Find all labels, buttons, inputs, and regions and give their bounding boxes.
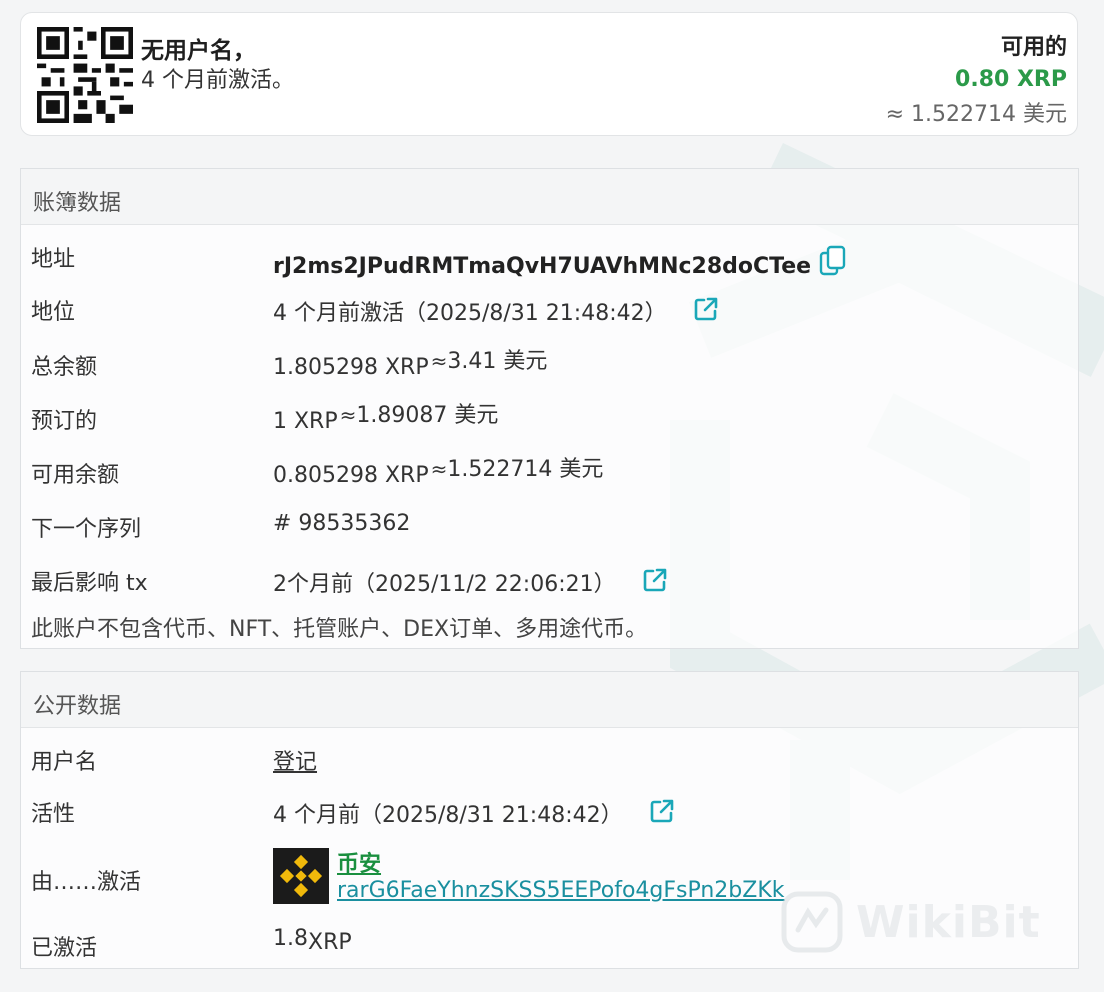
available-usd: ≈ 1.522714 美元 [885, 102, 1067, 127]
available-balance-block: 可用的 0.80 XRP ≈ 1.522714 美元 [886, 29, 1067, 128]
activity-value-wrap: 4 个月前 （2025/8/31 21:48:42） [273, 796, 675, 829]
address-label: 地址 [31, 247, 76, 272]
total-balance-value-wrap: 1.805298 XRP ≈ 3.41 美元 [273, 349, 547, 381]
reserved-label: 预订的 [31, 409, 98, 434]
activation-status: 4 个月前激活。 [141, 68, 294, 93]
status-time: （2025/8/31 21:48:42） [404, 301, 667, 326]
last-tx-value: 2个月前 [273, 572, 353, 597]
last-tx-time: （2025/11/2 22:06:21） [353, 572, 616, 597]
external-link-icon[interactable] [649, 798, 675, 824]
total-balance-approx: ≈ [430, 349, 448, 373]
activator-name-link[interactable]: 币安 [337, 846, 381, 878]
available-balance-label: 可用余额 [31, 463, 120, 488]
address-value-wrap: rJ2ms2JPudRMTmaQvH7UAVhMNc28doCTee [273, 241, 847, 279]
register-link[interactable]: 登记 [273, 744, 317, 776]
activated-by-label: 由……激活 [31, 870, 142, 895]
last-tx-value-wrap: 2个月前 （2025/11/2 22:06:21） [273, 565, 668, 598]
activity-value: 4 个月前 [273, 803, 360, 828]
reserved-value-wrap: 1 XRP ≈ 1.89087 美元 [273, 403, 498, 435]
copy-icon[interactable] [819, 245, 847, 277]
reserved-value: 1 XRP [273, 409, 338, 434]
address-value[interactable]: rJ2ms2JPudRMTmaQvH7UAVhMNc28doCTee [273, 254, 811, 279]
next-sequence-value: # 98535362 [273, 511, 411, 536]
watermark-text: WikiBit [856, 896, 1041, 948]
username-label: 用户名 [31, 750, 98, 775]
available-label: 可用的 [1000, 35, 1067, 60]
activity-time: （2025/8/31 21:48:42） [360, 803, 623, 828]
available-balance-usd: 1.522714 美元 [447, 457, 604, 482]
reserved-approx: ≈ [339, 403, 357, 427]
account-note: 此账户不包含代币、NFT、托管账户、DEX订单、多用途代币。 [31, 617, 648, 642]
account-name: 无用户名， [141, 38, 256, 64]
available-balance-value-wrap: 0.805298 XRP ≈ 1.522714 美元 [273, 457, 603, 489]
external-link-icon[interactable] [693, 296, 719, 322]
activated-amount-unit: XRP [308, 930, 352, 955]
available-balance-value: 0.805298 XRP [273, 463, 429, 488]
activator-address-link[interactable]: rarG6FaeYhnzSKSS5EEPofo4gFsPn2bZKk [337, 878, 785, 903]
activator-block: 币安 rarG6FaeYhnzSKSS5EEPofo4gFsPn2bZKk [273, 848, 833, 908]
watermark-logo-icon [781, 891, 843, 953]
reserved-usd: 1.89087 美元 [356, 403, 499, 428]
activated-amount-wrap: 1.8 XRP [273, 926, 352, 955]
qr-code-icon[interactable] [37, 27, 133, 123]
account-summary-card: 无用户名， 4 个月前激活。 可用的 0.80 XRP ≈ 1.522714 美… [20, 12, 1078, 136]
available-value: 0.80 XRP [955, 67, 1067, 92]
status-value-wrap: 4 个月前激活 （2025/8/31 21:48:42） [273, 294, 719, 327]
watermark: WikiBit [780, 890, 1041, 954]
status-label: 地位 [31, 300, 76, 325]
ledger-data-header: 账簿数据 [21, 169, 1078, 225]
activated-amount-number: 1.8 [273, 926, 308, 951]
total-balance-label: 总余额 [31, 355, 98, 380]
status-value: 4 个月前激活 [273, 301, 404, 326]
activity-label: 活性 [31, 802, 76, 827]
binance-logo-icon[interactable] [273, 848, 329, 904]
total-balance-usd: 3.41 美元 [447, 349, 548, 374]
available-balance-approx: ≈ [430, 457, 448, 481]
total-balance-value: 1.805298 XRP [273, 355, 429, 380]
ledger-data-card: 账簿数据 地址 rJ2ms2JPudRMTmaQvH7UAVhMNc28doCT… [20, 168, 1079, 649]
public-data-header: 公开数据 [21, 672, 1078, 728]
activated-amount-label: 已激活 [31, 936, 98, 961]
next-sequence-label: 下一个序列 [31, 517, 142, 542]
external-link-icon[interactable] [642, 567, 668, 593]
last-tx-label: 最后影响 tx [31, 571, 148, 596]
